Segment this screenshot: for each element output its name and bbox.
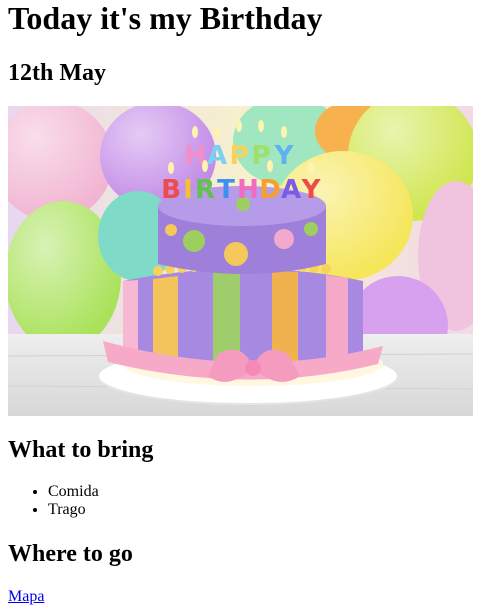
page-title: Today it's my Birthday bbox=[8, 0, 323, 36]
svg-text:H: H bbox=[237, 175, 259, 205]
svg-text:P: P bbox=[229, 141, 248, 171]
birthday-cake-image: H A P P Y B I R T H D A Y bbox=[8, 106, 473, 416]
svg-text:T: T bbox=[217, 175, 235, 205]
what-to-bring-heading: What to bring bbox=[8, 437, 154, 463]
svg-text:I: I bbox=[183, 175, 193, 205]
list-item: Comida bbox=[48, 483, 99, 501]
list-item: Trago bbox=[48, 501, 99, 519]
svg-text:R: R bbox=[195, 175, 215, 205]
svg-text:A: A bbox=[207, 141, 227, 171]
svg-text:Y: Y bbox=[301, 175, 322, 205]
bring-list: Comida Trago bbox=[8, 483, 99, 519]
svg-text:Y: Y bbox=[274, 141, 295, 171]
map-link[interactable]: Mapa bbox=[8, 588, 44, 606]
svg-text:A: A bbox=[281, 175, 301, 205]
event-date: 12th May bbox=[8, 60, 106, 86]
svg-text:D: D bbox=[259, 175, 281, 205]
where-to-go-heading: Where to go bbox=[8, 541, 133, 567]
svg-text:B: B bbox=[161, 175, 181, 205]
